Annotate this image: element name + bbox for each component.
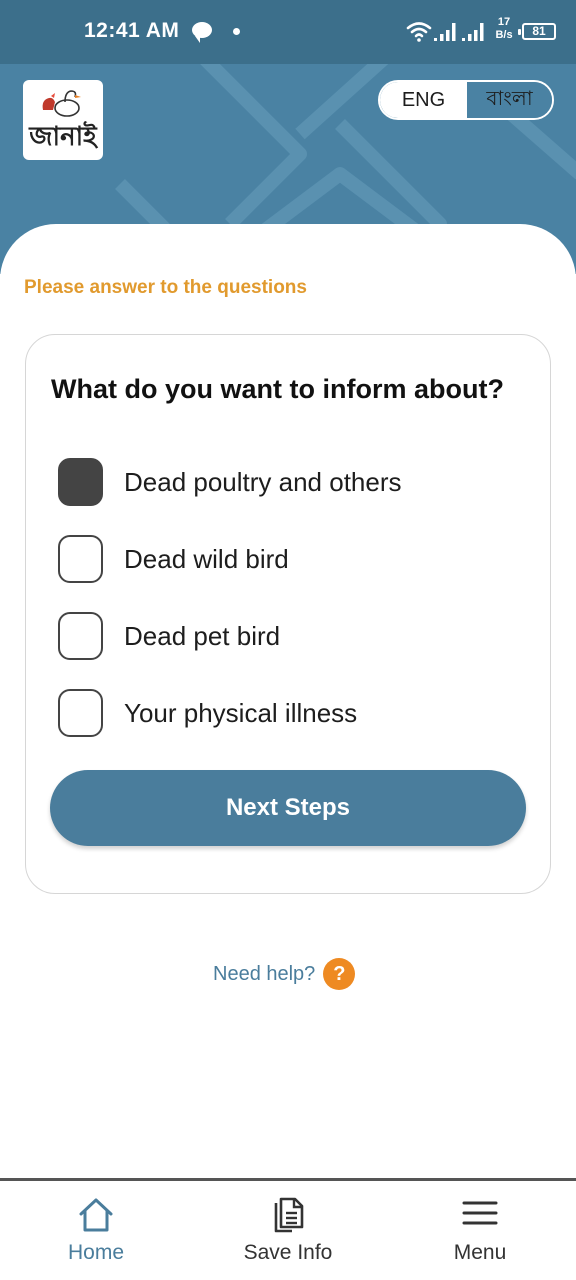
next-steps-button[interactable]: Next Steps: [50, 770, 526, 846]
nav-save-info-label: Save Info: [243, 1241, 333, 1264]
option-physical-illness[interactable]: Your physical illness: [58, 689, 357, 737]
question-title: What do you want to inform about?: [51, 374, 504, 404]
instruction-text: Please answer to the questions: [24, 277, 307, 298]
nav-home-label: Home: [67, 1241, 125, 1264]
question-card: What do you want to inform about? Dead p…: [25, 334, 551, 894]
notification-dot-icon: [233, 28, 240, 35]
status-bar: 12:41 AM 17 B/s 81: [0, 0, 576, 64]
signal-icon: [434, 23, 456, 41]
question-mark-icon[interactable]: ?: [323, 958, 356, 990]
lang-option-bangla[interactable]: বাংলা: [467, 82, 552, 118]
nav-save-info[interactable]: Save Info: [192, 1181, 384, 1280]
checkbox[interactable]: [58, 535, 103, 583]
help-link[interactable]: Need help? ?: [213, 958, 356, 990]
option-dead-poultry[interactable]: Dead poultry and others: [58, 458, 402, 506]
network-speed-value: 17: [497, 16, 511, 28]
signal-icon: [462, 23, 484, 41]
battery-icon: 81: [518, 23, 556, 40]
home-icon: [79, 1198, 113, 1232]
help-label[interactable]: Need help?: [213, 963, 315, 986]
logo-text: জানাই: [29, 121, 97, 151]
nav-menu-label: Menu: [453, 1241, 507, 1264]
option-label: Your physical illness: [124, 697, 358, 728]
status-time: 12:41 AM: [84, 19, 180, 42]
checkbox[interactable]: [58, 689, 103, 737]
app-logo: জানাই: [23, 80, 103, 160]
option-dead-wild-bird[interactable]: Dead wild bird: [58, 535, 289, 583]
network-speed-unit: B/s: [495, 29, 513, 41]
language-toggle[interactable]: ENG বাংলা: [378, 80, 554, 120]
lang-option-eng[interactable]: ENG: [380, 82, 467, 118]
main-content: Please answer to the questions What do y…: [0, 224, 576, 1180]
nav-menu[interactable]: Menu: [384, 1181, 576, 1280]
menu-icon: [462, 1201, 498, 1225]
bottom-nav: Home Save Info Menu: [0, 1178, 576, 1280]
chat-notification-icon: [192, 22, 212, 43]
option-label: Dead wild bird: [124, 543, 289, 574]
option-label: Dead poultry and others: [124, 466, 402, 497]
network-speed: 17 B/s: [493, 16, 515, 42]
document-icon: [274, 1197, 304, 1233]
option-dead-pet-bird[interactable]: Dead pet bird: [58, 612, 280, 660]
option-label: Dead pet bird: [124, 620, 281, 651]
wifi-icon: [406, 22, 432, 42]
checkbox[interactable]: [58, 612, 103, 660]
nav-home[interactable]: Home: [0, 1181, 192, 1280]
checkbox-checked[interactable]: [58, 458, 103, 506]
